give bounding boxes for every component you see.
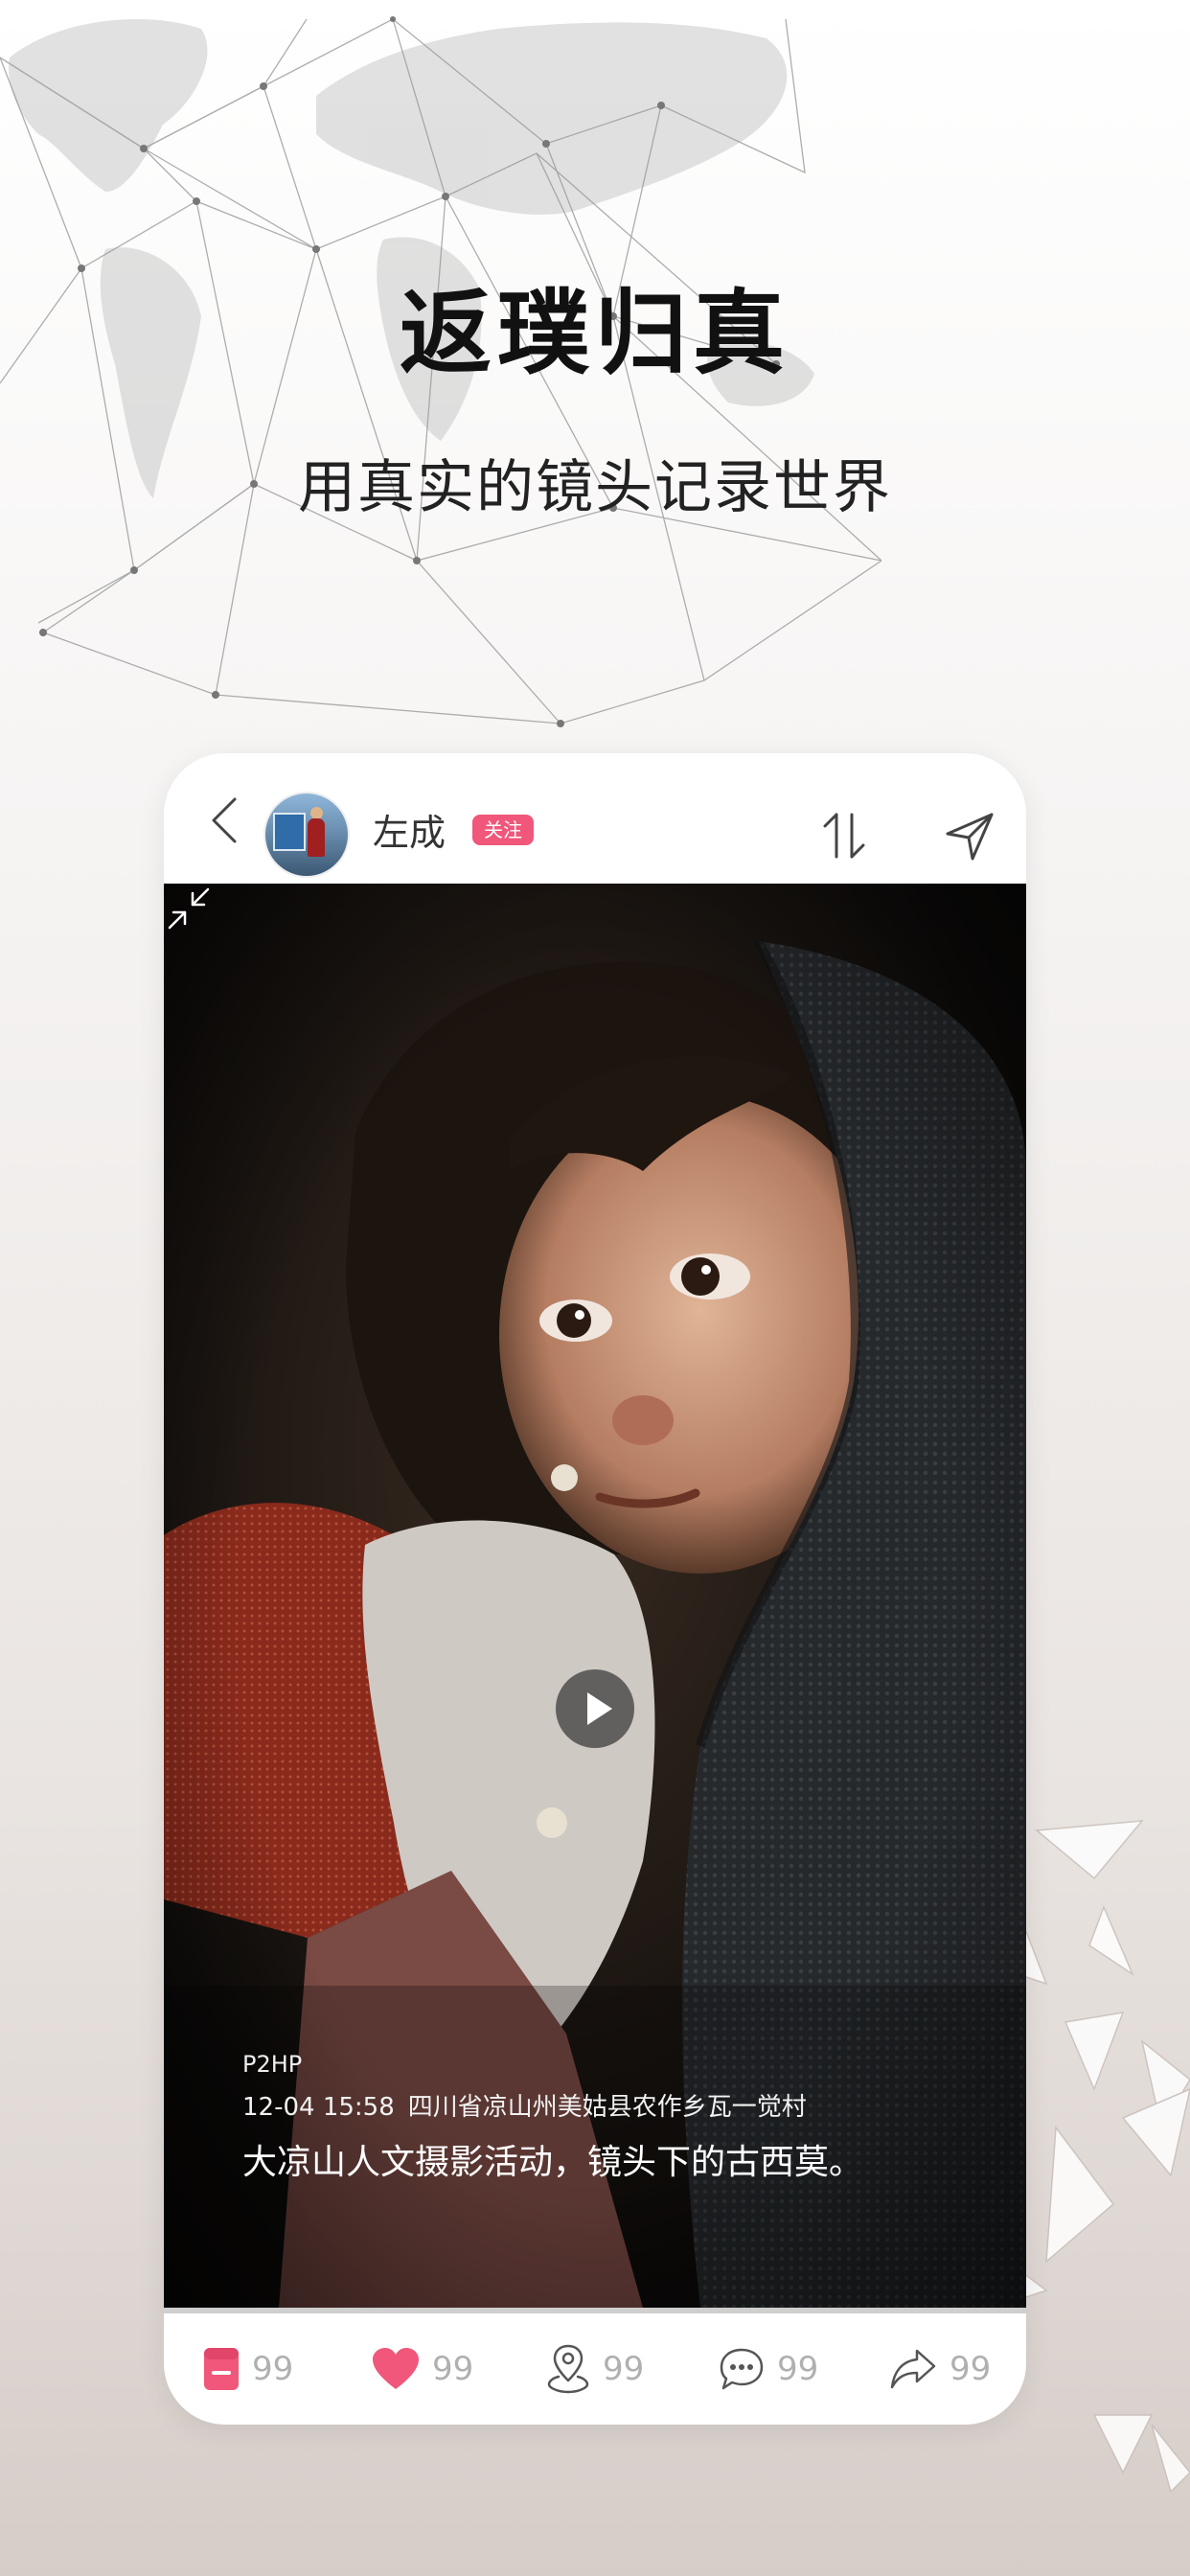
- post-location: 四川省凉山州美姑县农作乡瓦一觉村: [407, 2093, 807, 2122]
- save-count: 99: [252, 2350, 294, 2388]
- location-button[interactable]: 99: [545, 2342, 644, 2396]
- like-button[interactable]: 99: [371, 2342, 473, 2396]
- action-bar: 99 99 99 99 99: [164, 2313, 1026, 2425]
- play-button[interactable]: [556, 1669, 634, 1748]
- post-header: 左成 关注: [164, 753, 1026, 884]
- share-button[interactable]: 99: [888, 2342, 991, 2396]
- heart-icon: [373, 2348, 419, 2389]
- bookmark-box-icon: [204, 2348, 239, 2390]
- location-count: 99: [603, 2350, 645, 2388]
- save-button[interactable]: 99: [202, 2342, 293, 2396]
- page-headline: 返璞归真: [400, 280, 790, 387]
- username[interactable]: 左成: [373, 803, 446, 856]
- comment-count: 99: [777, 2350, 819, 2388]
- collapse-icon[interactable]: [164, 884, 214, 933]
- page-subtitle: 用真实的镜头记录世界: [298, 454, 892, 521]
- post-meta: 12-04 15:58 四川省凉山州美姑县农作乡瓦一觉村: [242, 2087, 863, 2123]
- post-photo[interactable]: P2HP 12-04 15:58 四川省凉山州美姑县农作乡瓦一觉村 大凉山人文摄影…: [164, 884, 1026, 2308]
- back-arrow-icon[interactable]: [202, 790, 248, 851]
- send-icon[interactable]: [942, 809, 997, 864]
- post-caption: P2HP 12-04 15:58 四川省凉山州美姑县农作乡瓦一觉村 大凉山人文摄影…: [242, 2051, 863, 2184]
- swap-vertical-icon[interactable]: [817, 807, 871, 864]
- like-count: 99: [432, 2350, 474, 2388]
- share-count: 99: [950, 2350, 992, 2388]
- post-timestamp: 12-04 15:58: [242, 2093, 395, 2122]
- follow-button[interactable]: 关注: [472, 815, 534, 845]
- post-card: 左成 关注 P2HP 12-04 15:58 四川省凉山州美姑县农作乡瓦一觉村 …: [164, 753, 1026, 2425]
- share-arrow-icon: [890, 2349, 936, 2389]
- avatar[interactable]: [263, 792, 350, 878]
- post-description: 大凉山人文摄影活动，镜头下的古西莫。: [242, 2143, 864, 2182]
- post-source: P2HP: [242, 2051, 303, 2078]
- world-map-background: [0, 16, 882, 727]
- comment-icon: [720, 2348, 764, 2390]
- location-pin-icon: [547, 2344, 589, 2394]
- comment-button[interactable]: 99: [718, 2342, 818, 2396]
